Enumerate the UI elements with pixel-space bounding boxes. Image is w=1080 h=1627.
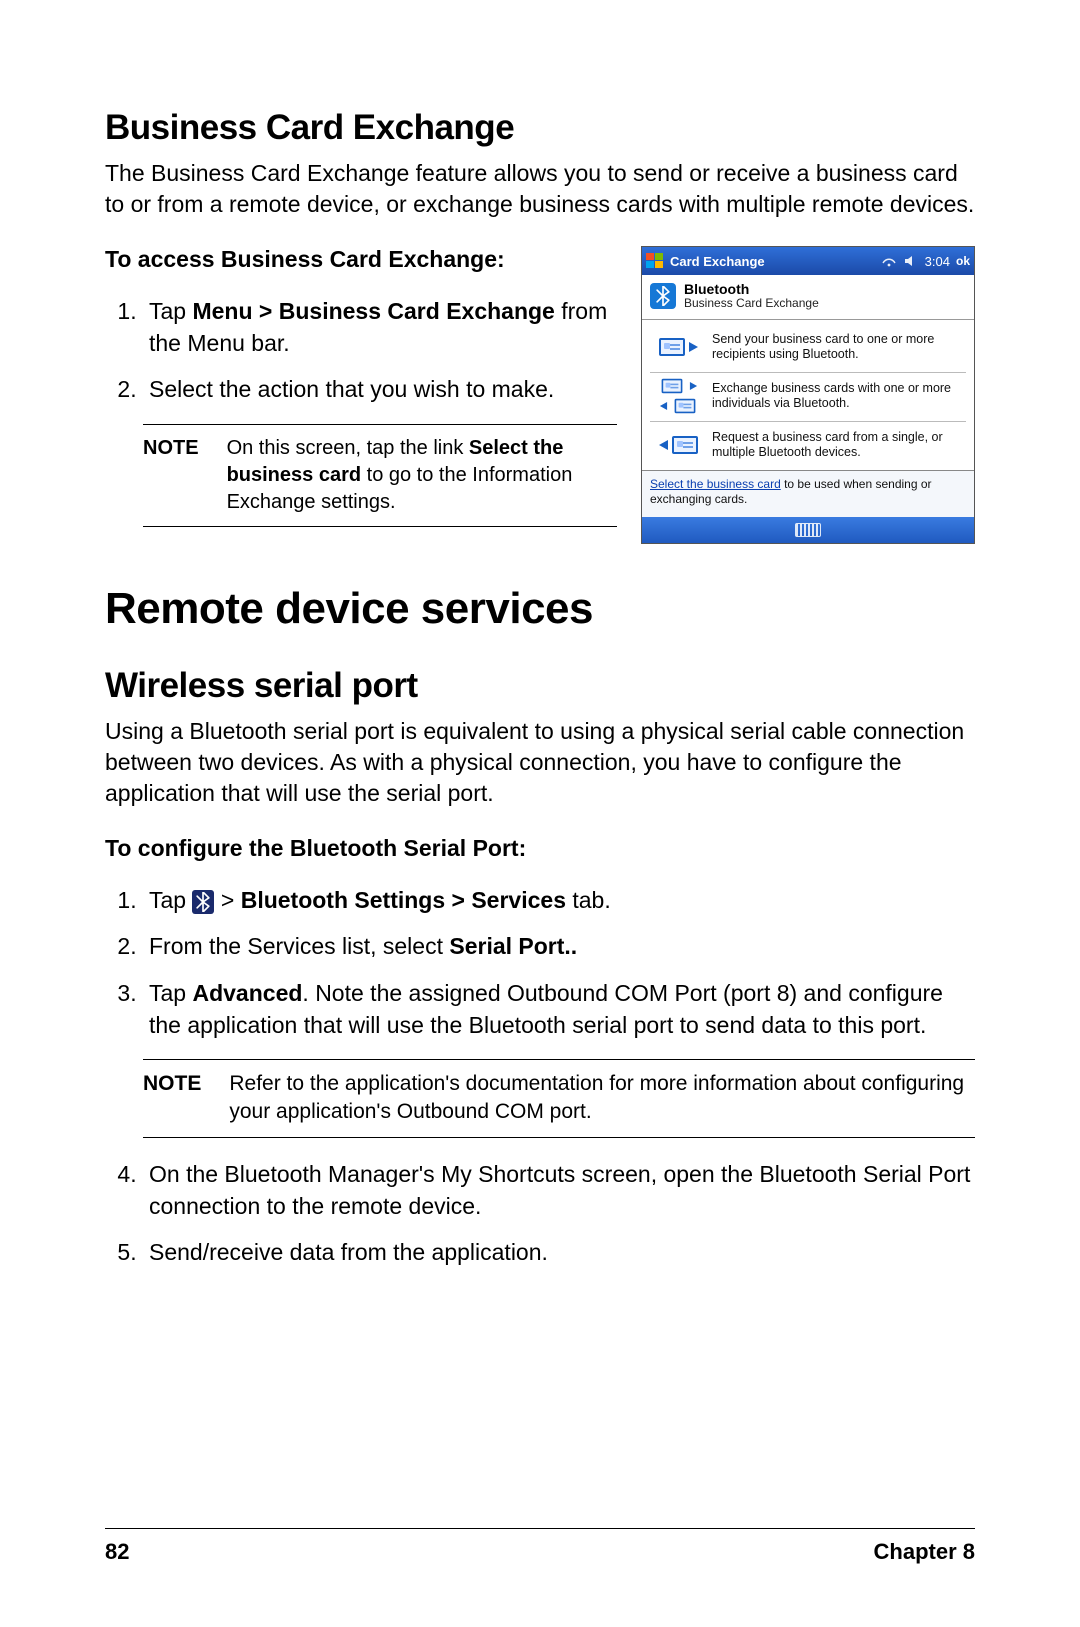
- step-2: Select the action that you wish to make.: [143, 373, 617, 405]
- device-header: Bluetooth Business Card Exchange: [642, 275, 974, 320]
- device-header-title: Bluetooth: [684, 281, 819, 297]
- keyboard-icon[interactable]: [795, 523, 821, 537]
- note-label: NOTE: [143, 1070, 201, 1127]
- titlebar-ok[interactable]: ok: [956, 254, 970, 268]
- note-box: NOTE On this screen, tap the link Select…: [143, 424, 617, 527]
- bsp-step-3: Tap Advanced. Note the assigned Outbound…: [143, 977, 975, 1041]
- bluetooth-icon: [192, 890, 214, 914]
- footer-rule: [105, 1528, 975, 1529]
- note-body: Refer to the application's documentation…: [229, 1070, 975, 1127]
- page-number: 82: [105, 1539, 129, 1565]
- bsp-step-1: Tap > Bluetooth Settings > Services tab.: [143, 884, 975, 916]
- step-1: Tap Menu > Business Card Exchange from t…: [143, 295, 617, 359]
- device-item-send[interactable]: Send your business card to one or more r…: [650, 324, 966, 372]
- device-action-list: Send your business card to one or more r…: [642, 320, 974, 470]
- titlebar-title: Card Exchange: [670, 254, 765, 269]
- device-titlebar: Card Exchange 3:04 ok: [642, 247, 974, 275]
- intro-paragraph: The Business Card Exchange feature allow…: [105, 158, 975, 220]
- note-body: On this screen, tap the link Select the …: [227, 435, 617, 516]
- menu-path: Menu > Business Card Exchange: [192, 298, 554, 324]
- wsp-intro: Using a Bluetooth serial port is equival…: [105, 716, 975, 809]
- heading-remote-device-services: Remote device services: [105, 584, 975, 634]
- device-footer: Select the business card to be used when…: [642, 470, 974, 517]
- heading-wireless-serial-port: Wireless serial port: [105, 666, 975, 706]
- bsp-step-4: On the Bluetooth Manager's My Shortcuts …: [143, 1158, 975, 1222]
- device-item-request[interactable]: Request a business card from a single, o…: [650, 421, 966, 470]
- device-header-sub: Business Card Exchange: [684, 297, 819, 311]
- note-box-2: NOTE Refer to the application's document…: [143, 1059, 975, 1138]
- device-screenshot: Card Exchange 3:04 ok Bluetooth Business…: [641, 246, 975, 544]
- titlebar-time: 3:04: [925, 254, 950, 269]
- exchange-card-icon: [654, 381, 702, 411]
- volume-icon: [903, 253, 919, 269]
- bluetooth-icon: [650, 283, 676, 309]
- bsp-step-2: From the Services list, select Serial Po…: [143, 930, 975, 962]
- device-footer-link[interactable]: Select the business card: [650, 477, 781, 491]
- connectivity-icon: [881, 253, 897, 269]
- subheading-access-bce: To access Business Card Exchange:: [105, 246, 617, 273]
- device-item-exchange[interactable]: Exchange business cards with one or more…: [650, 372, 966, 421]
- heading-business-card-exchange: Business Card Exchange: [105, 108, 975, 148]
- chapter-label: Chapter 8: [874, 1539, 975, 1565]
- request-card-icon: [654, 430, 702, 460]
- note-label: NOTE: [143, 435, 199, 516]
- bsp-step-5: Send/receive data from the application.: [143, 1236, 975, 1268]
- windows-flag-icon: [646, 253, 664, 269]
- device-bottombar: [642, 517, 974, 543]
- subheading-configure-bsp: To configure the Bluetooth Serial Port:: [105, 835, 975, 862]
- send-card-icon: [654, 332, 702, 362]
